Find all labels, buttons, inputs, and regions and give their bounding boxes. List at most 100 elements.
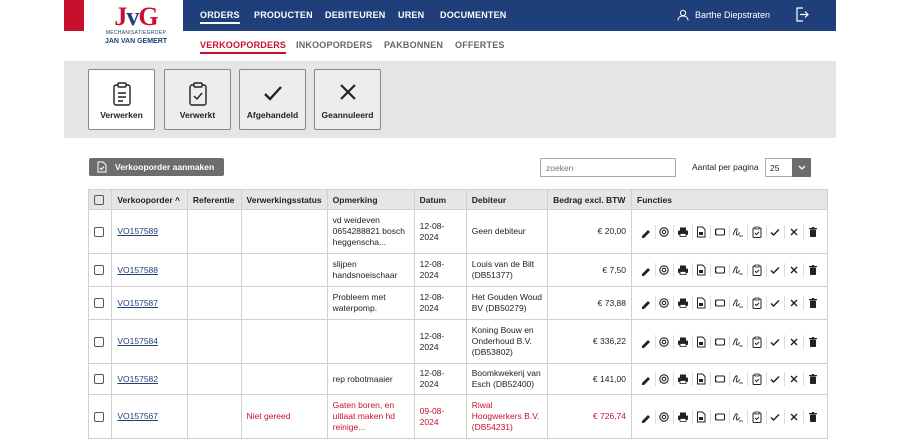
- order-number-link[interactable]: VO157584: [117, 336, 158, 346]
- sign-icon[interactable]: [730, 334, 748, 349]
- trash-icon[interactable]: [804, 410, 823, 424]
- sign-icon[interactable]: [730, 372, 748, 386]
- email-icon[interactable]: [656, 409, 674, 424]
- close-icon[interactable]: [785, 263, 804, 277]
- tab-verkooporders[interactable]: VERKOOPORDERS: [200, 40, 287, 54]
- check-icon[interactable]: [767, 409, 785, 424]
- check-icon[interactable]: [767, 263, 785, 277]
- table-row[interactable]: VO157582 rep robotmaaier 12-08-2024 Boomkwe…: [87, 363, 828, 395]
- email-icon[interactable]: [656, 372, 674, 386]
- email-icon[interactable]: [656, 224, 674, 239]
- trash-icon[interactable]: [804, 335, 823, 349]
- col-opmerking[interactable]: Opmerking: [326, 189, 415, 210]
- close-icon[interactable]: [785, 224, 804, 239]
- per-page-select[interactable]: 25: [765, 158, 811, 177]
- tab-pakbonnen[interactable]: PAKBONNEN: [384, 40, 443, 50]
- label-icon[interactable]: [711, 372, 730, 386]
- pdf-icon[interactable]: [693, 372, 711, 386]
- trash-icon[interactable]: [804, 296, 823, 310]
- close-icon[interactable]: [785, 409, 804, 424]
- tab-offertes[interactable]: OFFERTES: [455, 40, 505, 50]
- table-row[interactable]: VO157589 vd weideven 0654288821 bosch heg…: [87, 209, 828, 254]
- tile-verwerken[interactable]: Verwerken: [88, 69, 155, 130]
- pdf-icon[interactable]: [693, 296, 711, 310]
- tab-inkooporders[interactable]: INKOOPORDERS: [296, 40, 372, 50]
- col-datum[interactable]: Datum: [413, 189, 467, 210]
- edit-icon[interactable]: [637, 334, 656, 349]
- nav-documenten[interactable]: DOCUMENTEN: [440, 10, 507, 20]
- check-icon[interactable]: [767, 372, 785, 386]
- row-checkbox[interactable]: [94, 265, 104, 276]
- tile-verwerkt[interactable]: Verwerkt: [164, 69, 231, 130]
- logout-icon[interactable]: [795, 7, 809, 27]
- edit-icon[interactable]: [637, 296, 656, 310]
- trash-icon[interactable]: [804, 263, 823, 277]
- order-number-link[interactable]: VO157582: [117, 374, 158, 384]
- check-icon[interactable]: [767, 296, 785, 310]
- sign-icon[interactable]: [730, 224, 748, 239]
- close-icon[interactable]: [785, 372, 804, 386]
- print-icon[interactable]: [674, 409, 693, 424]
- print-icon[interactable]: [674, 263, 693, 277]
- user-menu[interactable]: Barthe Diepstraten: [677, 9, 770, 21]
- print-icon[interactable]: [674, 296, 693, 310]
- sign-icon[interactable]: [730, 409, 748, 424]
- select-all-checkbox[interactable]: [94, 194, 104, 205]
- sign-icon[interactable]: [730, 263, 748, 277]
- clipboard-icon[interactable]: [748, 296, 767, 310]
- row-checkbox[interactable]: [94, 374, 104, 385]
- col-referentie[interactable]: Referentie: [186, 189, 242, 210]
- order-number-link[interactable]: VO157587: [117, 298, 158, 308]
- nav-orders[interactable]: ORDERS: [200, 10, 240, 24]
- pdf-icon[interactable]: [693, 334, 711, 349]
- trash-icon[interactable]: [804, 372, 823, 386]
- pdf-icon[interactable]: [693, 263, 711, 277]
- col-debiteur[interactable]: Debiteur: [465, 189, 549, 210]
- clipboard-icon[interactable]: [748, 224, 767, 239]
- row-checkbox[interactable]: [94, 226, 104, 237]
- order-number-link[interactable]: VO157589: [117, 226, 158, 236]
- clipboard-icon[interactable]: [748, 409, 767, 424]
- create-order-button[interactable]: Verkooporder aanmaken: [89, 158, 224, 176]
- col-verkooporder[interactable]: Verkooporder ^: [111, 189, 188, 210]
- print-icon[interactable]: [674, 224, 693, 239]
- edit-icon[interactable]: [637, 372, 656, 386]
- email-icon[interactable]: [656, 296, 674, 310]
- nav-uren[interactable]: UREN: [398, 10, 424, 20]
- label-icon[interactable]: [711, 296, 730, 310]
- label-icon[interactable]: [711, 409, 730, 424]
- order-number-link[interactable]: VO157567: [117, 411, 158, 421]
- row-checkbox[interactable]: [94, 336, 104, 347]
- tile-geannuleerd[interactable]: Geannuleerd: [314, 69, 381, 130]
- search-input[interactable]: [540, 158, 676, 177]
- table-row[interactable]: VO157584 12-08-2024 Koning Bouw en Onderho…: [87, 319, 828, 364]
- row-checkbox[interactable]: [94, 411, 104, 422]
- pdf-icon[interactable]: [693, 409, 711, 424]
- table-row[interactable]: VO157587 Probleem met waterpomp. 12-08-202…: [87, 286, 828, 320]
- sign-icon[interactable]: [730, 296, 748, 310]
- pdf-icon[interactable]: [693, 224, 711, 239]
- trash-icon[interactable]: [804, 225, 823, 239]
- check-icon[interactable]: [767, 224, 785, 239]
- clipboard-icon[interactable]: [748, 263, 767, 277]
- print-icon[interactable]: [674, 372, 693, 386]
- col-bedrag[interactable]: Bedrag excl. BTW: [547, 189, 632, 210]
- order-number-link[interactable]: VO157588: [117, 265, 158, 275]
- table-row[interactable]: VO157588 slijpen handsnoeischaar 12-08-202…: [87, 253, 828, 287]
- email-icon[interactable]: [656, 334, 674, 349]
- tile-afgehandeld[interactable]: Afgehandeld: [239, 69, 306, 130]
- label-icon[interactable]: [711, 334, 730, 349]
- company-logo[interactable]: JvG MECHANISATIEGROEP JAN VAN GEMERT: [96, 4, 176, 54]
- close-icon[interactable]: [785, 334, 804, 349]
- col-verwerkingsstatus[interactable]: Verwerkingsstatus: [240, 189, 328, 210]
- table-row[interactable]: VO157567 Niet gereed Gaten boren, en uitla…: [87, 394, 828, 439]
- edit-icon[interactable]: [637, 409, 656, 424]
- edit-icon[interactable]: [637, 263, 656, 277]
- nav-producten[interactable]: PRODUCTEN: [254, 10, 313, 20]
- nav-debiteuren[interactable]: DEBITEUREN: [325, 10, 386, 20]
- clipboard-icon[interactable]: [748, 334, 767, 349]
- check-icon[interactable]: [767, 334, 785, 349]
- label-icon[interactable]: [711, 263, 730, 277]
- edit-icon[interactable]: [637, 224, 656, 239]
- close-icon[interactable]: [785, 296, 804, 310]
